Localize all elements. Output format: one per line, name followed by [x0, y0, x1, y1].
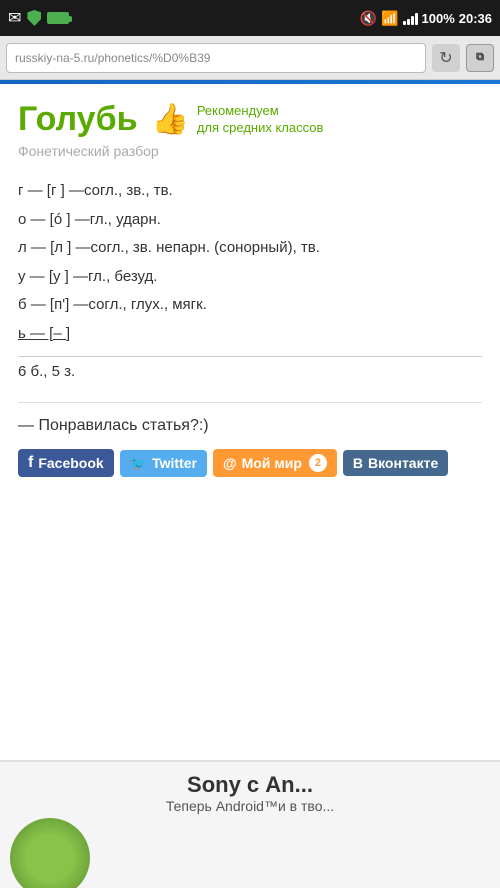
vkontakte-button[interactable]: В Вконтакте	[343, 450, 448, 476]
url-bar[interactable]: russkiy-na-5.ru/phonetics/%D0%B39	[6, 43, 426, 73]
facebook-label: Facebook	[38, 455, 103, 471]
bar3	[411, 16, 414, 25]
moy-mir-label: Мой мир	[242, 455, 302, 471]
twitter-icon: 🐦	[130, 455, 147, 472]
wifi-icon: 📶	[381, 10, 398, 27]
article-question: — Понравилась статья?:)	[18, 417, 482, 435]
status-right-icons: 🔇 📶 100% 20:36	[360, 10, 492, 27]
time: 20:36	[459, 11, 492, 26]
facebook-icon: f	[28, 454, 33, 472]
bar1	[403, 21, 406, 25]
thumbs-up-icon: 👍	[151, 102, 188, 137]
tab-button[interactable]: ⧉	[466, 44, 494, 72]
shield-icon	[27, 10, 41, 26]
moy-mir-button[interactable]: @ Мой мир 2	[213, 449, 337, 477]
ad-banner: Sony с An... Теперь Android™и в тво...	[0, 760, 500, 888]
ad-title: Sony с An...	[16, 772, 484, 798]
subtitle: Фонетический разбор	[18, 143, 482, 159]
social-buttons: f Facebook 🐦 Twitter @ Мой мир 2 В Вконт…	[18, 449, 482, 477]
signal-bars	[403, 11, 418, 25]
browser-bar: russkiy-na-5.ru/phonetics/%D0%B39 ↻ ⧉	[0, 36, 500, 80]
status-left-icons: ✉	[8, 8, 69, 28]
twitter-button[interactable]: 🐦 Twitter	[120, 450, 207, 477]
main-content: Голубь 👍 Рекомендуемдля средних классов …	[0, 84, 500, 487]
vk-icon: В	[353, 455, 363, 471]
page-header: Голубь 👍 Рекомендуемдля средних классов	[18, 100, 482, 139]
vk-label: Вконтакте	[368, 455, 438, 471]
url-text: russkiy-na-5.ru/phonetics/%D0%B39	[15, 51, 210, 65]
ad-subtitle: Теперь Android™и в тво...	[16, 798, 484, 814]
battery-percent: 100%	[422, 11, 455, 26]
moy-mir-icon: @	[223, 455, 237, 471]
phonetic-row-last: ь — [– ]	[18, 320, 482, 349]
status-bar: ✉ 🔇 📶 100% 20:36	[0, 0, 500, 36]
phonetic-row: б — [п'] —согл., глух., мягк.	[18, 291, 482, 320]
facebook-button[interactable]: f Facebook	[18, 449, 114, 477]
count-line: 6 б., 5 з.	[18, 356, 482, 384]
bar2	[407, 19, 410, 25]
page-title: Голубь	[18, 100, 137, 139]
reload-icon: ↻	[439, 48, 452, 68]
phonetic-row: у — [у ] —гл., безуд.	[18, 263, 482, 292]
phonetic-row: л — [л ] —согл., зв. непарн. (сонорный),…	[18, 234, 482, 263]
phonetic-row: г — [г ] —согл., зв., тв.	[18, 177, 482, 206]
envelope-icon: ✉	[8, 8, 21, 28]
twitter-label: Twitter	[152, 455, 197, 471]
rec-text: Рекомендуемдля средних классов	[197, 103, 324, 137]
reload-button[interactable]: ↻	[432, 44, 460, 72]
bar4	[415, 13, 418, 25]
phonetic-row: о — [ó ] —гл., ударн.	[18, 206, 482, 235]
ad-circle-decoration	[10, 818, 90, 888]
recommendation: 👍 Рекомендуемдля средних классов	[151, 102, 323, 137]
phonetics-table: г — [г ] —согл., зв., тв. о — [ó ] —гл.,…	[18, 177, 482, 348]
moy-mir-badge: 2	[309, 454, 327, 472]
divider	[18, 402, 482, 403]
tab-icon: ⧉	[476, 51, 484, 64]
mute-icon: 🔇	[360, 10, 377, 27]
battery-icon	[47, 12, 69, 24]
